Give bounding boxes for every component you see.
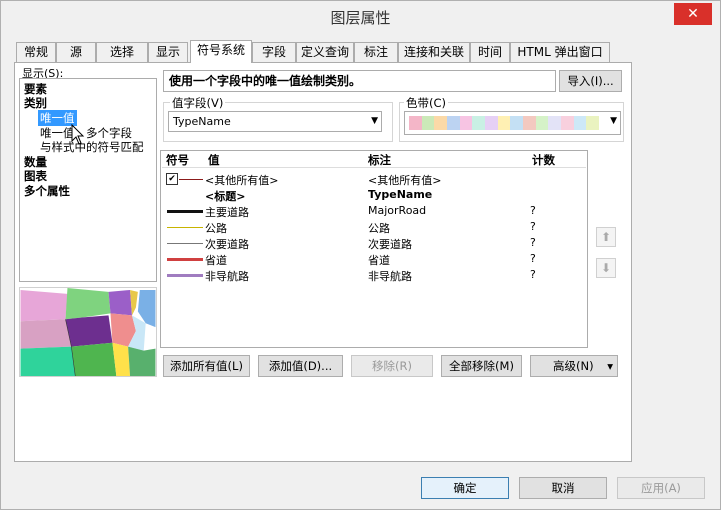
arrow-down-icon: ⬇ [600,261,612,275]
color-ramp-segment [421,116,435,130]
color-ramp-segment [472,116,486,130]
row-count: ? [530,204,536,217]
apply-button[interactable]: 应用(A) [617,477,705,499]
tree-item-charts[interactable]: 图表 [24,168,47,184]
remove-all-button[interactable]: 全部移除(M) [441,355,522,377]
table-row[interactable]: 主要道路 MajorRoad? [163,204,563,220]
color-ramp-segment [573,116,587,130]
color-ramp-segment [434,116,448,130]
table-row[interactable]: 公路 公路? [163,220,563,236]
chevron-down-icon: ▼ [610,116,617,126]
advanced-button[interactable]: 高级(N) ▾ [530,355,618,377]
tab-html-popup[interactable]: HTML 弹出窗口 [510,42,610,62]
color-ramp-segment [586,116,600,130]
window-title: 图层属性 [330,9,391,27]
tree-item-match-to-style[interactable]: 与样式中的符号匹配 [40,139,144,155]
row-count: ? [530,268,536,281]
color-ramp-segment [497,116,511,130]
table-row[interactable]: ✔ <其他所有值> <其他所有值> [163,172,563,188]
tab-time[interactable]: 时间 [470,42,510,62]
column-header-count[interactable]: 计数 [532,152,555,168]
column-header-label[interactable]: 标注 [368,152,391,168]
value-field-label: 值字段(V) [170,95,226,111]
advanced-label: 高级(N) [553,359,594,373]
row-label: MajorRoad [368,204,427,217]
color-ramp-segment [485,116,498,130]
tab-display[interactable]: 显示 [148,42,188,62]
table-row[interactable]: <标题> TypeName [163,188,563,204]
row-label: TypeName [368,188,433,201]
table-row[interactable]: 次要道路 次要道路? [163,236,563,252]
color-ramp-swatch [409,116,600,130]
row-value: 公路 [205,222,227,235]
tab-strip: 常规 源 选择 显示 符号系统 字段 定义查询 标注 连接和关联 时间 HTML… [14,40,614,63]
row-count: ? [530,252,536,265]
color-ramp-segment [510,116,524,130]
row-value: <其他所有值> [205,174,279,187]
add-all-values-button[interactable]: 添加所有值(L) [163,355,250,377]
tree-item-categories[interactable]: 类别 [24,95,47,111]
row-value: 次要道路 [205,238,249,251]
tree-item-multiple-attributes[interactable]: 多个属性 [24,183,70,199]
tab-fields[interactable]: 字段 [252,42,296,62]
row-count: ? [530,236,536,249]
mouse-cursor-icon [71,124,85,145]
color-ramp-segment [535,116,549,130]
column-header-value[interactable]: 值 [208,152,220,168]
row-value: <标题> [205,190,246,203]
line-symbol-icon[interactable] [167,210,203,213]
remove-button[interactable]: 移除(R) [351,355,433,377]
description-text: 使用一个字段中的唯一值绘制类别。 [163,70,556,92]
tab-general[interactable]: 常规 [16,42,56,62]
value-field-select[interactable]: TypeName ▼ [168,111,382,132]
line-symbol-icon[interactable] [167,274,203,277]
add-values-button[interactable]: 添加值(D)... [258,355,343,377]
table-row[interactable]: 省道 省道? [163,252,563,268]
row-label: 非导航路 [368,270,412,283]
chevron-down-icon: ▾ [607,359,613,373]
tab-selection[interactable]: 选择 [96,42,148,62]
color-ramp-select[interactable]: ▼ [404,111,621,135]
map-preview-image [19,287,157,377]
move-down-button[interactable]: ⬇ [596,258,616,278]
title-bar: 图层属性 ✕ [1,1,720,33]
chevron-down-icon: ▼ [371,116,378,126]
color-ramp-segment [561,116,574,130]
ok-button[interactable]: 确定 [421,477,509,499]
close-button[interactable]: ✕ [674,3,712,25]
line-symbol-icon[interactable] [167,243,203,244]
import-button[interactable]: 导入(I)... [559,70,622,92]
row-label: 次要道路 [368,238,412,251]
color-ramp-segment [523,116,536,130]
value-field-value: TypeName [173,115,231,128]
row-checkbox[interactable]: ✔ [166,173,178,185]
color-ramp-segment [548,116,562,130]
tab-definition-query[interactable]: 定义查询 [296,42,354,62]
line-symbol-icon[interactable] [179,179,203,180]
row-label: 公路 [368,222,390,235]
cancel-button[interactable]: 取消 [519,477,607,499]
color-ramp-label: 色带(C) [404,95,449,111]
row-label: 省道 [368,254,390,267]
row-value: 主要道路 [205,206,249,219]
color-ramp-segment [447,116,460,130]
line-symbol-icon[interactable] [167,258,203,261]
tab-symbology[interactable]: 符号系统 [190,40,252,63]
tab-source[interactable]: 源 [56,42,96,62]
tab-labels[interactable]: 标注 [354,42,398,62]
row-count: ? [530,220,536,233]
color-ramp-segment [459,116,473,130]
row-value: 省道 [205,254,227,267]
tab-joins-relates[interactable]: 连接和关联 [398,42,470,62]
row-label: <其他所有值> [368,174,442,187]
color-ramp-segment [409,116,422,130]
column-header-symbol[interactable]: 符号 [166,152,189,168]
table-row[interactable]: 非导航路 非导航路? [163,268,563,284]
arrow-up-icon: ⬆ [600,230,612,244]
line-symbol-icon[interactable] [167,227,203,228]
row-value: 非导航路 [205,270,249,283]
move-up-button[interactable]: ⬆ [596,227,616,247]
